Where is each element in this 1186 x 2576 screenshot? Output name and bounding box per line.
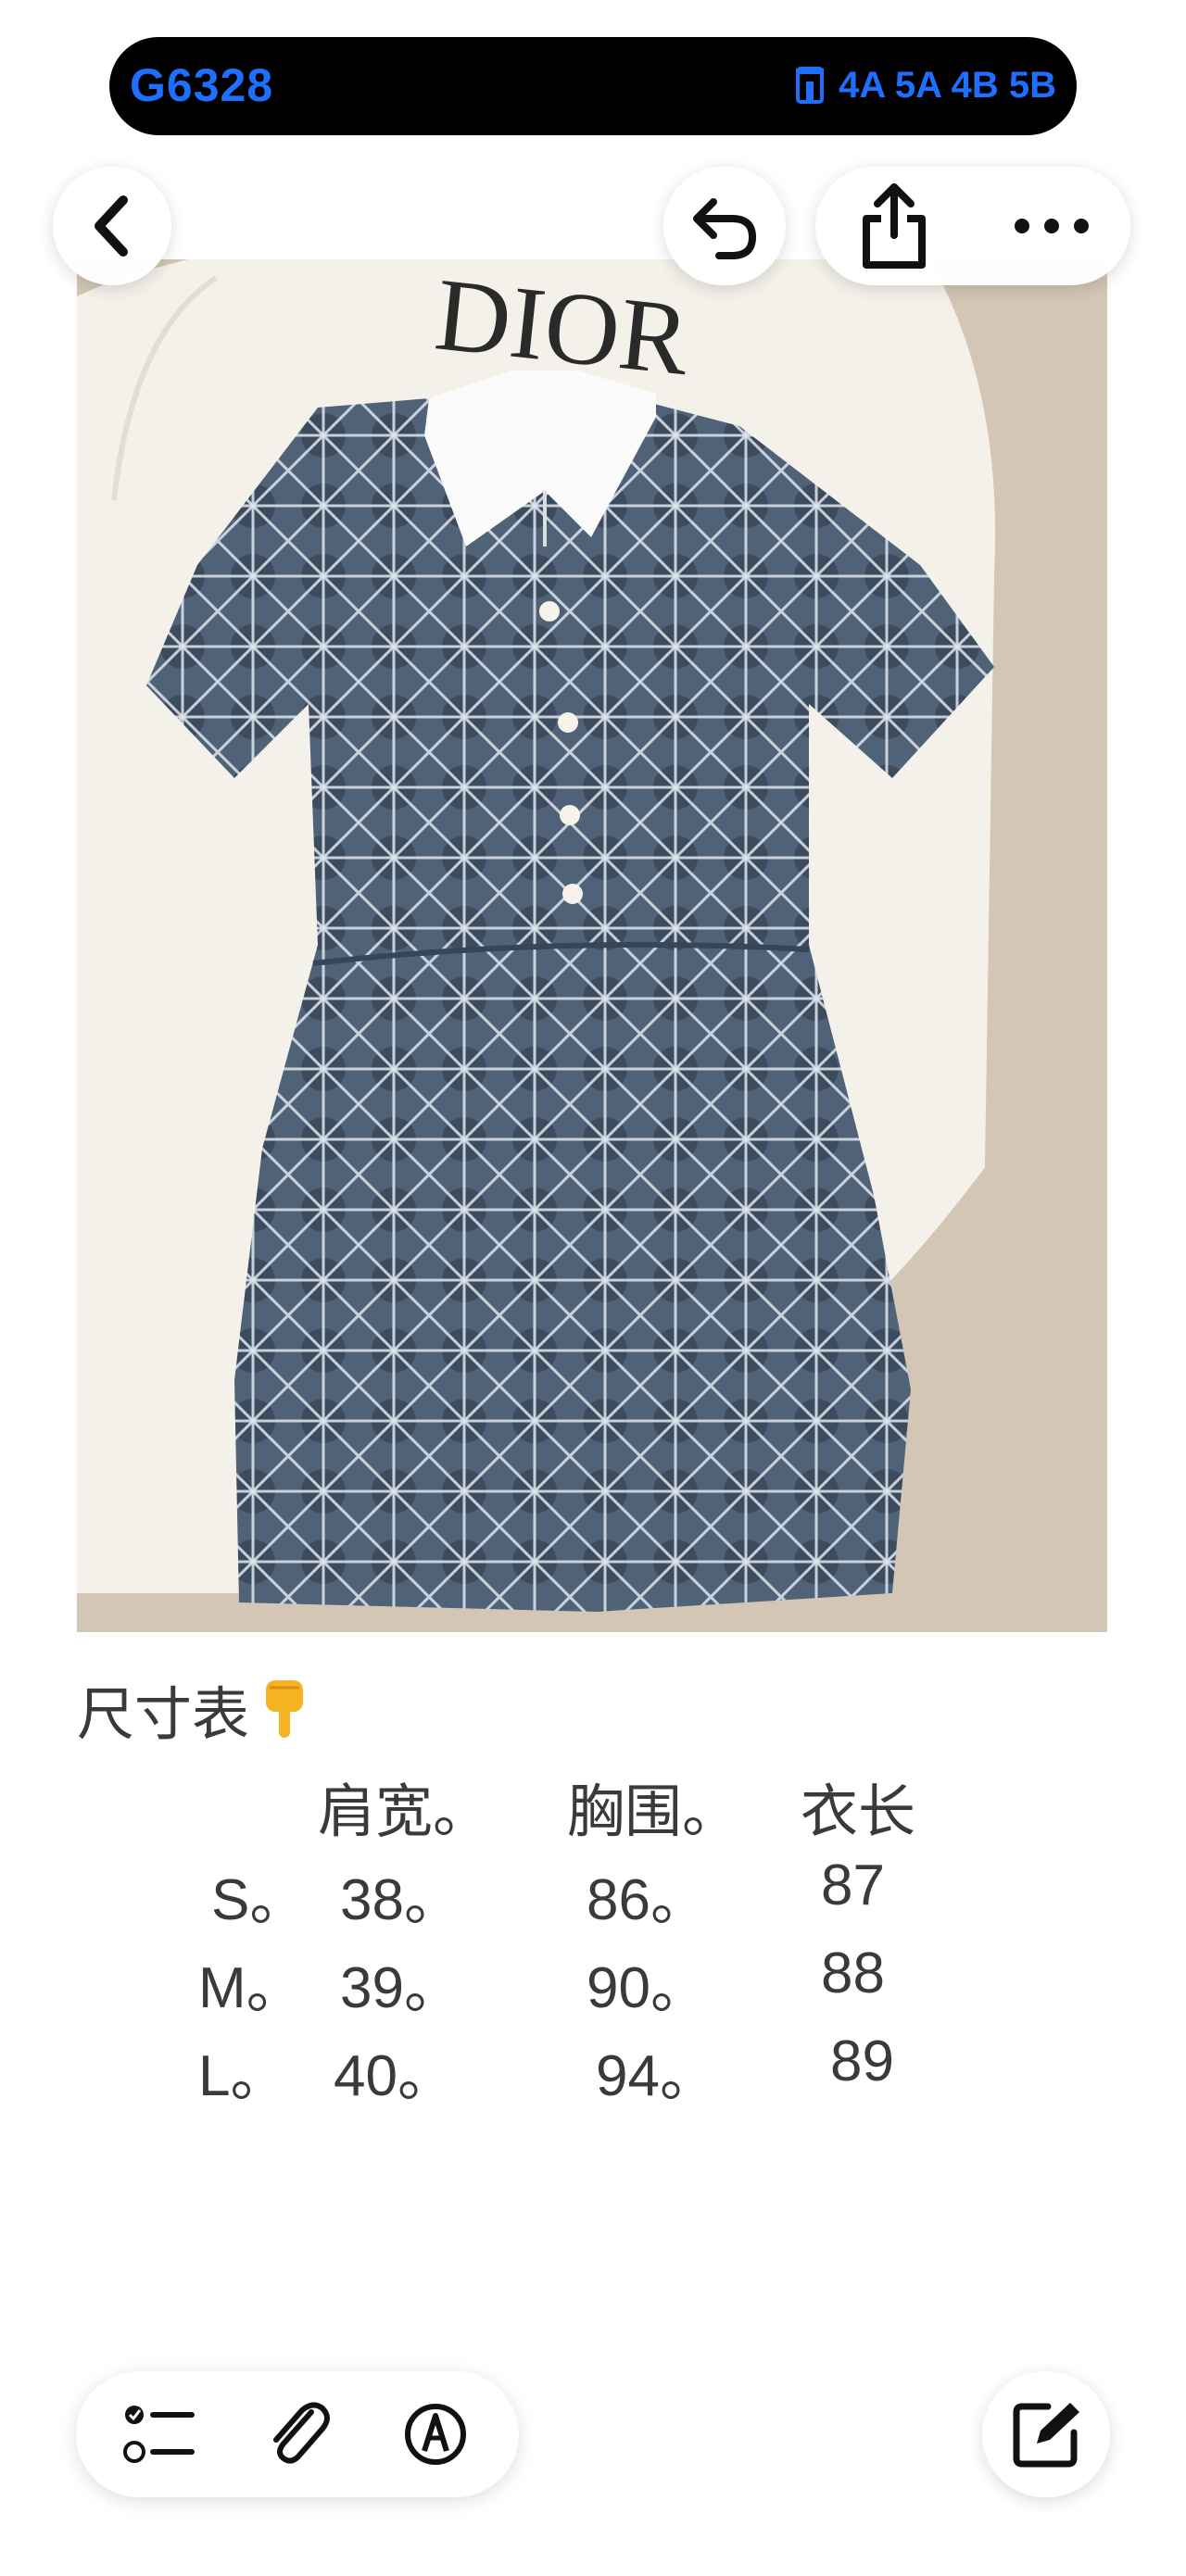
chest-value: 86。	[587, 1868, 708, 1932]
size-row-l: L。 40。 94。 89	[0, 2029, 1186, 2112]
header-chest: 胸围。	[567, 1780, 740, 1844]
status-right: 4A 5A 4B 5B	[792, 57, 1056, 113]
length-value: 89	[830, 2029, 894, 2093]
back-button[interactable]	[53, 167, 171, 285]
size-table-header: 肩宽。 胸围。 衣长	[0, 1765, 1186, 1848]
size-row-m: M。 39。 90。 88	[0, 1941, 1186, 2024]
share-button[interactable]	[839, 167, 950, 285]
header-length: 衣长	[801, 1780, 916, 1844]
markup-button[interactable]	[389, 2388, 482, 2481]
status-right-text: 4A 5A 4B 5B	[839, 65, 1056, 106]
heading-text: 尺寸表	[77, 1683, 250, 1747]
compose-button[interactable]	[982, 2371, 1110, 2497]
building-icon	[796, 67, 825, 104]
shoulder-value: 39。	[340, 1956, 461, 2020]
undo-button[interactable]	[663, 167, 786, 285]
shoulder-value: 40。	[334, 2044, 455, 2108]
more-button[interactable]	[996, 167, 1107, 285]
note-code-title: G6328	[130, 59, 274, 111]
paperclip-icon	[272, 2402, 330, 2464]
note-heading: 尺寸表	[77, 1667, 314, 1751]
attach-button[interactable]	[251, 2388, 344, 2481]
chest-value: 94。	[596, 2044, 717, 2108]
ellipsis-icon	[1015, 219, 1089, 233]
bottom-toolbar	[76, 2371, 519, 2497]
size-label: L。	[198, 2044, 288, 2108]
header-shoulder: 肩宽。	[318, 1780, 491, 1844]
length-value: 88	[821, 1941, 885, 2005]
pointing-down-hand-icon	[266, 1680, 304, 1738]
length-value: 87	[821, 1853, 885, 1917]
size-label: M。	[198, 1956, 304, 2020]
undo-icon	[693, 198, 757, 259]
chest-value: 90。	[587, 1956, 708, 2020]
chevron-left-icon	[95, 195, 128, 257]
checklist-button[interactable]	[113, 2388, 206, 2481]
checklist-icon	[123, 2406, 196, 2463]
size-row-s: S。 38。 86。 87	[0, 1853, 1186, 1936]
shoulder-value: 38。	[340, 1868, 461, 1932]
share-more-group	[815, 167, 1130, 285]
share-icon	[863, 183, 926, 269]
dress-photo[interactable]: DIOR	[77, 259, 1107, 1632]
compose-icon	[1013, 2403, 1079, 2468]
size-label: S。	[211, 1868, 308, 1932]
pen-markup-icon	[404, 2404, 466, 2465]
